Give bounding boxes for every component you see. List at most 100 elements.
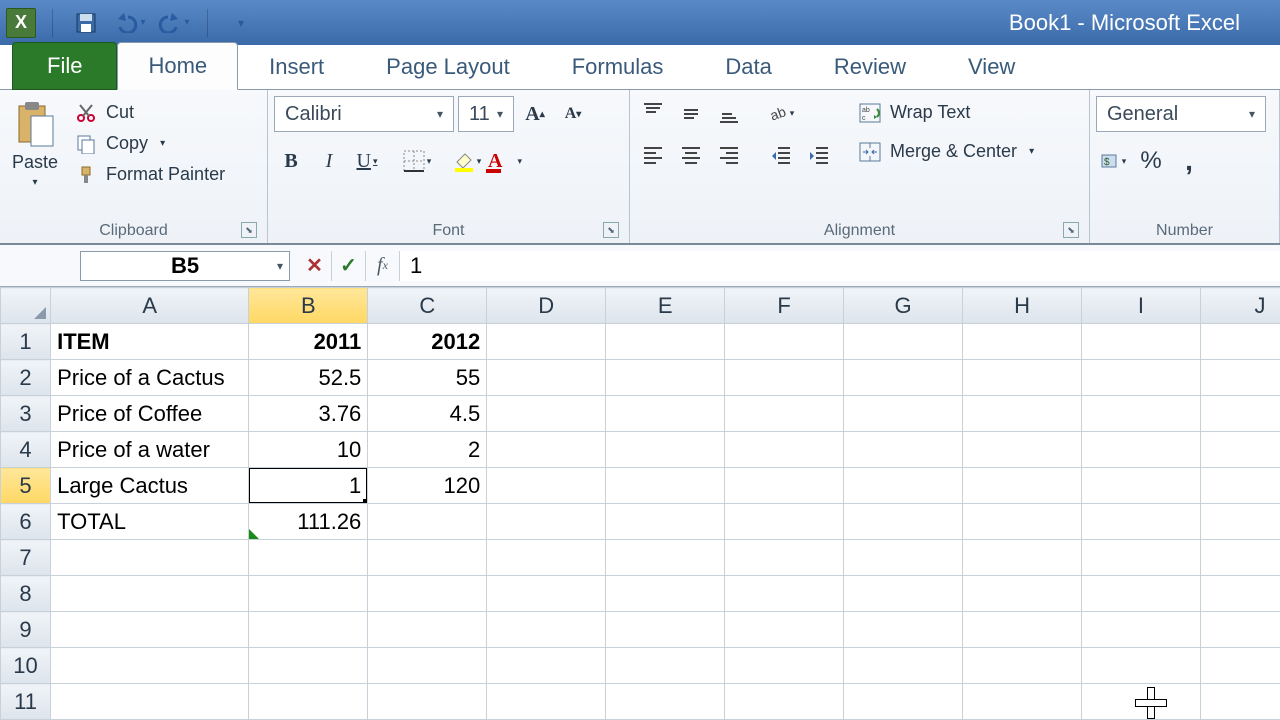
tab-view[interactable]: View [937,43,1046,90]
column-header-J[interactable]: J [1200,288,1280,324]
formula-input[interactable] [400,251,1280,281]
cell-H6[interactable] [963,504,1082,540]
cell-D2[interactable] [487,360,606,396]
cell-A3[interactable]: Price of Coffee [51,396,249,432]
align-top-icon[interactable] [636,96,670,130]
underline-button[interactable]: U▾ [350,144,384,178]
cell-A11[interactable] [51,684,249,720]
cell-F8[interactable] [725,576,844,612]
cell-C8[interactable] [368,576,487,612]
cell-G2[interactable] [844,360,963,396]
cell-H3[interactable] [963,396,1082,432]
cell-C5[interactable]: 120 [368,468,487,504]
cell-E11[interactable] [606,684,725,720]
cell-G11[interactable] [844,684,963,720]
cell-J7[interactable] [1200,540,1280,576]
tab-insert[interactable]: Insert [238,43,355,90]
cell-E7[interactable] [606,540,725,576]
cell-I8[interactable] [1082,576,1201,612]
cell-F6[interactable] [725,504,844,540]
cell-G10[interactable] [844,648,963,684]
fill-color-button[interactable]: ▾ [450,144,484,178]
column-header-F[interactable]: F [725,288,844,324]
row-header-1[interactable]: 1 [1,324,51,360]
cell-C6[interactable] [368,504,487,540]
row-header-10[interactable]: 10 [1,648,51,684]
cell-J10[interactable] [1200,648,1280,684]
row-header-6[interactable]: 6 [1,504,51,540]
cell-H10[interactable] [963,648,1082,684]
cell-D6[interactable] [487,504,606,540]
cell-J5[interactable] [1200,468,1280,504]
cell-A6[interactable]: TOTAL [51,504,249,540]
cell-J9[interactable] [1200,612,1280,648]
cell-I1[interactable] [1082,324,1201,360]
column-header-G[interactable]: G [844,288,963,324]
cell-C10[interactable] [368,648,487,684]
cell-I4[interactable] [1082,432,1201,468]
cell-C1[interactable]: 2012 [368,324,487,360]
row-header-7[interactable]: 7 [1,540,51,576]
cell-F11[interactable] [725,684,844,720]
cell-B9[interactable] [249,612,368,648]
wrap-text-button[interactable]: abc Wrap Text [854,100,1038,125]
cell-F7[interactable] [725,540,844,576]
cell-F4[interactable] [725,432,844,468]
cell-I11[interactable] [1082,684,1201,720]
cell-J4[interactable] [1200,432,1280,468]
comma-button[interactable]: , [1172,144,1206,178]
cell-J6[interactable] [1200,504,1280,540]
cell-D11[interactable] [487,684,606,720]
cell-H2[interactable] [963,360,1082,396]
cell-C3[interactable]: 4.5 [368,396,487,432]
cell-I3[interactable] [1082,396,1201,432]
row-header-4[interactable]: 4 [1,432,51,468]
cell-I6[interactable] [1082,504,1201,540]
cell-G4[interactable] [844,432,963,468]
italic-button[interactable]: I [312,144,346,178]
row-header-3[interactable]: 3 [1,396,51,432]
font-color-button[interactable]: A▾ [488,144,522,178]
orientation-button[interactable]: ab▾ [764,96,798,130]
cell-G6[interactable] [844,504,963,540]
cell-B10[interactable] [249,648,368,684]
name-box[interactable]: B5▾ [80,251,290,281]
cell-D7[interactable] [487,540,606,576]
cell-G1[interactable] [844,324,963,360]
tab-page-layout[interactable]: Page Layout [355,43,541,90]
insert-function-button[interactable]: fx [366,251,400,281]
cell-G3[interactable] [844,396,963,432]
cell-B8[interactable] [249,576,368,612]
cell-H11[interactable] [963,684,1082,720]
cell-G9[interactable] [844,612,963,648]
cell-H7[interactable] [963,540,1082,576]
cell-I9[interactable] [1082,612,1201,648]
row-header-2[interactable]: 2 [1,360,51,396]
cut-button[interactable]: Cut [70,100,229,125]
cell-B1[interactable]: 2011 [249,324,368,360]
cell-A9[interactable] [51,612,249,648]
align-middle-icon[interactable] [674,96,708,130]
confirm-entry-button[interactable]: ✓ [332,251,366,281]
bold-button[interactable]: B [274,144,308,178]
cell-G5[interactable] [844,468,963,504]
column-header-A[interactable]: A [51,288,249,324]
cell-H1[interactable] [963,324,1082,360]
cell-D3[interactable] [487,396,606,432]
cell-G8[interactable] [844,576,963,612]
cell-A1[interactable]: ITEM [51,324,249,360]
cell-D4[interactable] [487,432,606,468]
row-header-5[interactable]: 5 [1,468,51,504]
cell-J8[interactable] [1200,576,1280,612]
decrease-font-icon[interactable]: A▾ [556,97,590,131]
cell-A8[interactable] [51,576,249,612]
number-format-combo[interactable]: General▾ [1096,96,1266,132]
cell-H4[interactable] [963,432,1082,468]
cell-F9[interactable] [725,612,844,648]
cell-D9[interactable] [487,612,606,648]
copy-button[interactable]: Copy▾ [70,131,229,156]
cell-E3[interactable] [606,396,725,432]
merge-center-button[interactable]: Merge & Center▾ [854,139,1038,164]
cell-I5[interactable] [1082,468,1201,504]
cell-F5[interactable] [725,468,844,504]
